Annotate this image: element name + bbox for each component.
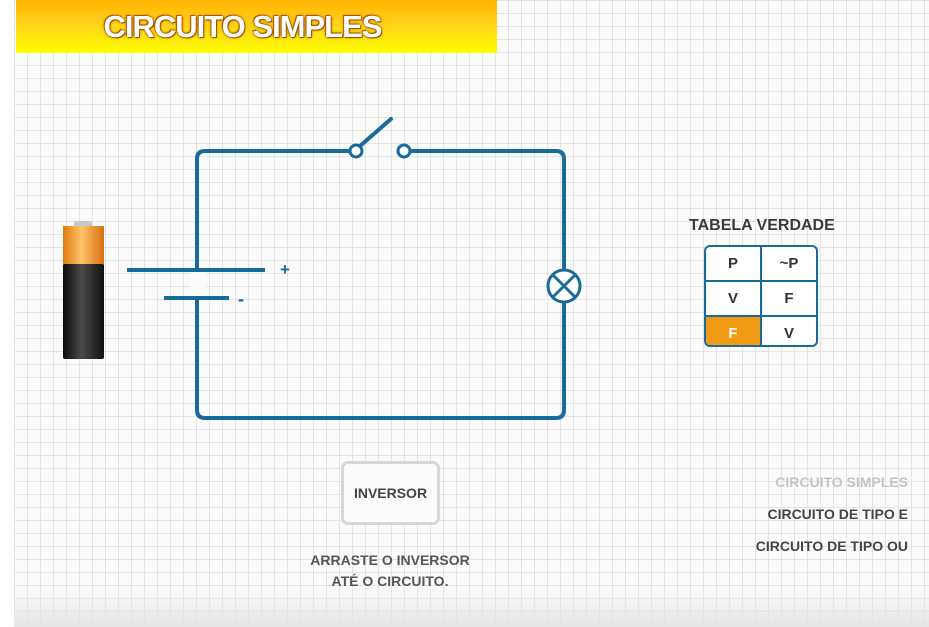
cell-p-highlighted: F bbox=[706, 317, 760, 345]
menu-circuito-simples[interactable]: CIRCUITO SIMPLES bbox=[775, 474, 908, 490]
header-not-p: ~P bbox=[760, 247, 816, 280]
positive-terminal-label: + bbox=[280, 260, 290, 279]
cell-p: V bbox=[727, 290, 738, 307]
switch-icon[interactable] bbox=[348, 117, 412, 159]
header-p: P bbox=[727, 255, 738, 272]
menu-circuito-tipo-ou[interactable]: CIRCUITO DE TIPO OU bbox=[756, 538, 908, 554]
negative-terminal-label: - bbox=[238, 289, 244, 309]
circuit-wire bbox=[195, 149, 566, 420]
battery-icon bbox=[63, 221, 104, 359]
truth-table-header-row: P ~P bbox=[706, 247, 816, 280]
battery-symbol bbox=[127, 268, 265, 300]
inversor-draggable[interactable]: INVERSOR bbox=[341, 461, 440, 525]
cell-not-p: V bbox=[760, 317, 816, 345]
truth-table: P ~P V F F V bbox=[704, 245, 818, 347]
truth-table-row: F V bbox=[706, 315, 816, 345]
instruction-line-1: ARRASTE O INVERSOR bbox=[310, 552, 470, 568]
instruction-line-2: ATÉ O CIRCUITO. bbox=[331, 573, 449, 589]
drag-instruction: ARRASTE O INVERSOR ATÉ O CIRCUITO. bbox=[290, 550, 490, 592]
lamp-icon bbox=[546, 268, 582, 304]
truth-table-row: V F bbox=[706, 280, 816, 315]
truth-table-title: TABELA VERDADE bbox=[689, 217, 835, 234]
cell-not-p: F bbox=[760, 282, 816, 315]
menu-circuito-tipo-e[interactable]: CIRCUITO DE TIPO E bbox=[767, 506, 908, 522]
